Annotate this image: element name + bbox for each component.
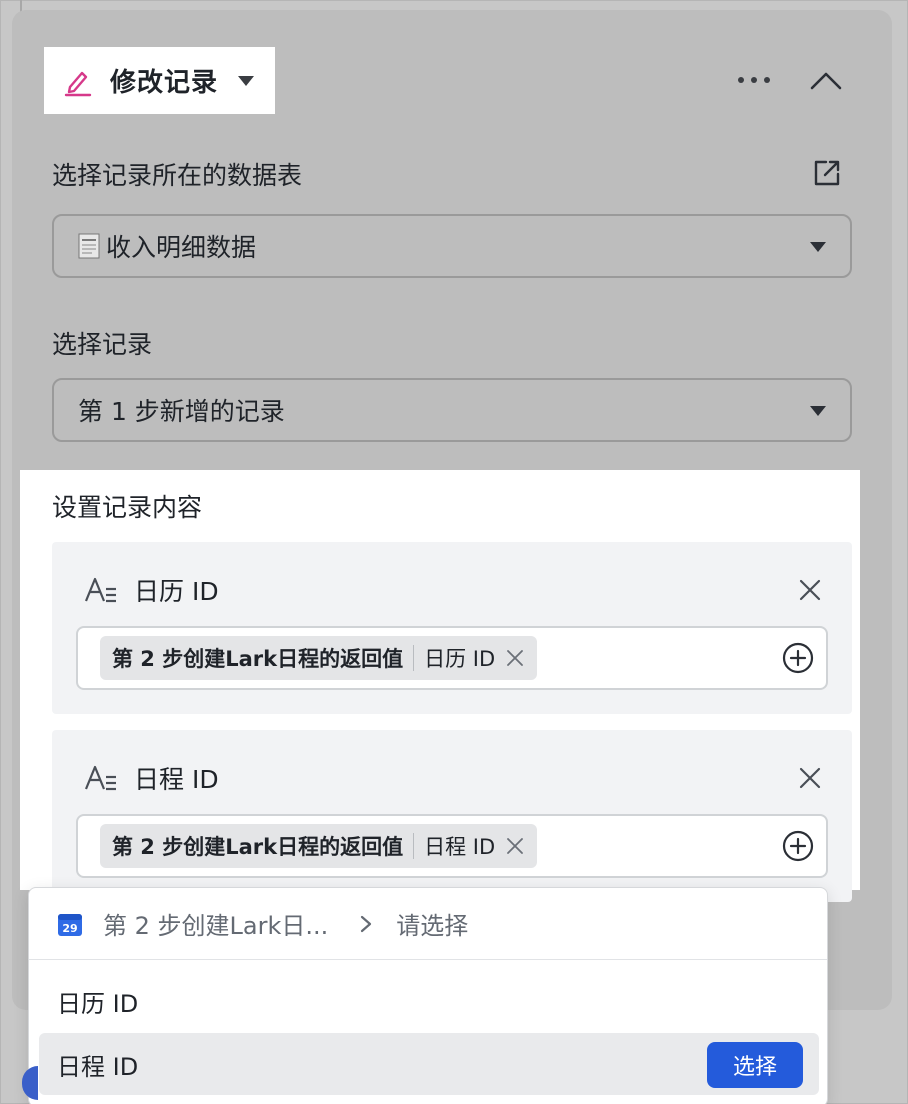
field-value-input[interactable]: 第 2 步创建Lark日程的返回值 日历 ID bbox=[76, 626, 828, 690]
choose-button[interactable]: 选择 bbox=[707, 1042, 803, 1088]
calendar-icon: 29 bbox=[58, 913, 82, 936]
token-source: 第 2 步创建Lark日程的返回值 bbox=[112, 647, 404, 671]
caret-down-icon bbox=[810, 406, 826, 416]
record-select-label: 选择记录 bbox=[52, 330, 153, 359]
reference-token[interactable]: 第 2 步创建Lark日程的返回值 日程 ID bbox=[100, 824, 538, 868]
field-name: 日程 ID bbox=[134, 765, 219, 794]
field-block: 日历 ID 第 2 步创建Lark日程的返回值 日历 ID bbox=[52, 542, 852, 714]
pen-icon bbox=[64, 71, 92, 96]
option-label: 日历 ID bbox=[57, 989, 139, 1018]
more-icon[interactable] bbox=[738, 68, 778, 92]
field-name: 日历 ID bbox=[134, 577, 219, 606]
picker-breadcrumb: 29 第 2 步创建Lark日... 请选择 bbox=[29, 888, 827, 960]
field-value-input[interactable]: 第 2 步创建Lark日程的返回值 日程 ID bbox=[76, 814, 828, 878]
calendar-day: 29 bbox=[62, 922, 77, 935]
content-section-label: 设置记录内容 bbox=[52, 493, 203, 522]
text-field-type-icon bbox=[84, 577, 116, 603]
chevron-up-icon[interactable] bbox=[806, 62, 846, 94]
step-type-selector[interactable]: 修改记录 bbox=[44, 47, 275, 114]
table-select-label: 选择记录所在的数据表 bbox=[52, 161, 303, 190]
text-field-type-icon bbox=[84, 765, 116, 791]
remove-token-icon[interactable] bbox=[505, 836, 525, 856]
field-block: 日程 ID 第 2 步创建Lark日程的返回值 日程 ID bbox=[52, 730, 852, 902]
table-select[interactable]: 收入明细数据 bbox=[52, 214, 852, 278]
option-label: 日程 ID bbox=[57, 1052, 139, 1081]
add-circle-icon[interactable] bbox=[782, 830, 814, 862]
breadcrumb-current: 请选择 bbox=[396, 912, 469, 940]
reference-picker-dropdown: 29 第 2 步创建Lark日... 请选择 日历 ID 日程 ID 选择 bbox=[28, 887, 828, 1104]
picker-option-calendar-id[interactable]: 日历 ID bbox=[39, 970, 819, 1032]
token-field: 日程 ID bbox=[424, 835, 496, 859]
caret-down-icon bbox=[810, 242, 826, 252]
external-link-icon[interactable] bbox=[812, 158, 842, 188]
picker-option-event-id[interactable]: 日程 ID 选择 bbox=[39, 1033, 819, 1095]
chevron-right-icon bbox=[361, 915, 372, 932]
table-sheet-icon bbox=[78, 233, 100, 259]
caret-down-icon bbox=[238, 75, 255, 86]
step-title: 修改记录 bbox=[110, 68, 219, 98]
table-select-value: 收入明细数据 bbox=[106, 233, 257, 262]
close-icon[interactable] bbox=[798, 578, 822, 602]
token-divider bbox=[413, 645, 415, 671]
reference-token[interactable]: 第 2 步创建Lark日程的返回值 日历 ID bbox=[100, 636, 538, 680]
close-icon[interactable] bbox=[798, 766, 822, 790]
token-source: 第 2 步创建Lark日程的返回值 bbox=[112, 835, 404, 859]
record-select-value: 第 1 步新增的记录 bbox=[78, 397, 285, 426]
record-select[interactable]: 第 1 步新增的记录 bbox=[52, 378, 852, 442]
add-circle-icon[interactable] bbox=[782, 642, 814, 674]
remove-token-icon[interactable] bbox=[505, 648, 525, 668]
breadcrumb-source[interactable]: 第 2 步创建Lark日... bbox=[103, 906, 328, 941]
token-divider bbox=[413, 833, 415, 859]
token-field: 日历 ID bbox=[424, 647, 496, 671]
